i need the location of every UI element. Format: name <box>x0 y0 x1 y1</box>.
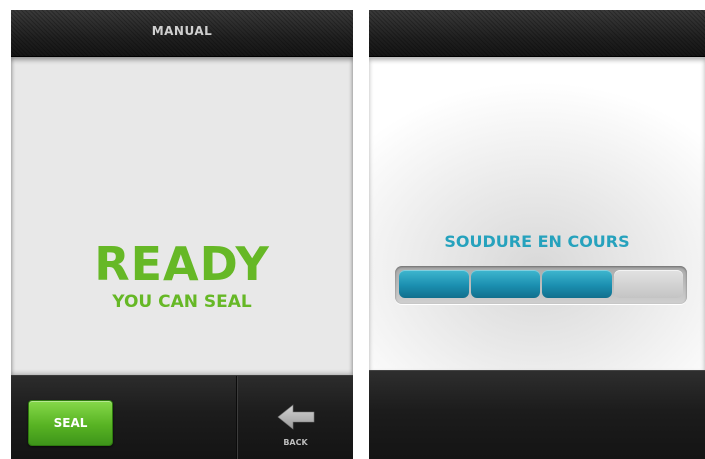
back-label: BACK <box>283 438 308 447</box>
title-bar <box>369 10 705 57</box>
progress-segment-filled <box>470 270 540 298</box>
manual-screen: MANUAL READY YOU CAN SEAL SEAL BACK <box>11 10 353 459</box>
seal-button[interactable]: SEAL <box>28 400 113 446</box>
bottom-bar <box>369 370 705 459</box>
progress-panel: SOUDURE EN COURS <box>369 57 705 370</box>
progress-segment-empty <box>613 270 683 298</box>
ready-substatus: YOU CAN SEAL <box>112 292 252 312</box>
sealing-status: SOUDURE EN COURS <box>444 232 630 251</box>
progress-segment-filled <box>542 270 612 298</box>
sealing-screen: SOUDURE EN COURS <box>369 10 705 459</box>
screen-title: MANUAL <box>151 24 213 38</box>
progress-bar <box>395 266 687 304</box>
back-button[interactable]: BACK <box>238 376 353 459</box>
ready-status: READY <box>94 237 270 291</box>
title-bar: MANUAL <box>11 10 353 57</box>
bottom-bar: SEAL BACK <box>11 375 353 459</box>
progress-segment-filled <box>399 270 469 298</box>
arrow-left-icon <box>277 404 315 430</box>
status-panel: READY YOU CAN SEAL <box>11 57 353 375</box>
